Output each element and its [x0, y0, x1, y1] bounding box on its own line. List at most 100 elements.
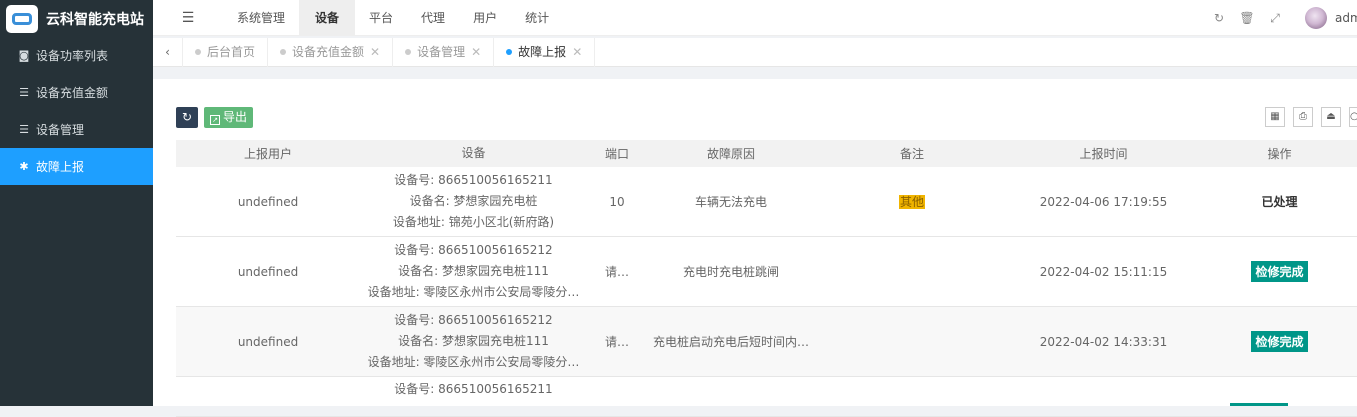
sidebar-item-fault-report[interactable]: ✱ 故障上报	[0, 148, 153, 185]
col-header-port[interactable]: 端口	[587, 145, 647, 162]
cell-time: 2022-04-02 15:11:15	[1009, 265, 1198, 279]
user-name[interactable]: admin	[1335, 11, 1357, 25]
device-name: 设备名: 梦想家园充电桩111	[360, 261, 587, 282]
cell-device: 设备号: 866510056165211 设备名: 梦想家园充电桩 设备地址: …	[360, 170, 587, 233]
device-name: 设备名: 梦想家园充电桩	[360, 191, 587, 212]
device-number: 设备号: 866510056165211	[360, 379, 587, 400]
device-number: 设备号: 866510056165211	[360, 170, 587, 191]
top-nav: 系统管理 设备 平台 代理 用户 统计	[223, 0, 563, 36]
page-tabs-bar: ‹ 后台首页 设备充值金额✕ 设备管理 ✕ 故障上报 ✕	[153, 38, 1357, 67]
cell-user: undefined	[176, 335, 360, 349]
cell-user: undefined	[176, 195, 360, 209]
cell-user: undefined	[176, 265, 360, 279]
cell-port: 请…	[587, 333, 647, 350]
close-icon[interactable]: ✕	[471, 45, 481, 59]
tab-label: 设备管理	[417, 45, 465, 59]
sidebar-item-label: 设备管理	[36, 121, 84, 138]
refresh-icon[interactable]: ↻	[1205, 11, 1233, 25]
tab-device-recharge-amount[interactable]: 设备充值金额✕	[268, 38, 393, 67]
top-nav-item-user[interactable]: 用户	[459, 0, 511, 36]
cell-time: 2022-04-06 17:19:55	[1009, 195, 1198, 209]
list-icon: ☰	[18, 123, 30, 136]
trash-icon[interactable]: 🗑	[1233, 11, 1261, 25]
tab-scroll-left-icon[interactable]: ‹	[153, 38, 183, 67]
top-nav-item-agent[interactable]: 代理	[407, 0, 459, 36]
col-header-user[interactable]: 上报用户	[176, 145, 360, 162]
cell-device: 设备号: 866510056165212 设备名: 梦想家园充电桩111 设备地…	[360, 240, 587, 303]
columns-filter-icon[interactable]: ▦	[1265, 107, 1285, 127]
status-text: 已处理	[1261, 195, 1297, 209]
print-icon[interactable]: ⎙	[1293, 107, 1313, 127]
table-tools: ▦ ⎙ ⏏ ○	[1257, 107, 1357, 127]
refresh-icon: ↻	[182, 110, 192, 124]
cell-action: 检修完成	[1198, 261, 1357, 282]
table-row[interactable]: undefined 设备号: 866510056165212 设备名: 梦想家园…	[176, 237, 1357, 307]
device-address: 设备地址: 零陵区永州市公安局零陵分…	[360, 282, 587, 303]
export-icon: ↗	[210, 115, 220, 125]
top-header: ☰ 系统管理 设备 平台 代理 用户 统计 ↻ 🗑 ⤢ admin	[153, 0, 1357, 36]
col-header-action[interactable]: 操作	[1198, 145, 1357, 162]
menu-toggle-icon[interactable]: ☰	[153, 10, 223, 26]
table-row[interactable]: undefined 设备号: 866510056165211 设备名: 梦想家园…	[176, 167, 1357, 237]
sidebar: 云科智能充电站 ◙ 设备功率列表 ☰ 设备充值金额 ☰ 设备管理 ✱ 故障上报	[0, 0, 153, 406]
tab-device-management[interactable]: 设备管理 ✕	[393, 38, 494, 67]
bug-icon: ✱	[18, 160, 30, 173]
fault-report-table: 上报用户 设备 端口 故障原因 备注 上报时间 操作 undefined 设备号…	[176, 140, 1357, 417]
export-label: 导出	[223, 110, 247, 124]
tab-dot-icon	[405, 49, 411, 55]
close-icon[interactable]: ✕	[572, 45, 582, 59]
table-toolbar: ↻ ↗导出	[176, 107, 253, 128]
search-icon[interactable]: ○	[1349, 107, 1357, 127]
cell-time: 2022-04-02 14:33:31	[1009, 335, 1198, 349]
export-button[interactable]: ↗导出	[204, 107, 253, 128]
tab-label: 故障上报	[518, 45, 566, 59]
refresh-button[interactable]: ↻	[176, 107, 198, 128]
fullscreen-icon[interactable]: ⤢	[1261, 11, 1289, 26]
table-header: 上报用户 设备 端口 故障原因 备注 上报时间 操作	[176, 140, 1357, 167]
sidebar-item-device-management[interactable]: ☰ 设备管理	[0, 111, 153, 148]
top-nav-item-platform[interactable]: 平台	[355, 0, 407, 36]
cell-note: 其他	[815, 193, 1009, 210]
tab-dot-icon	[195, 49, 201, 55]
top-nav-item-device[interactable]: 设备	[299, 0, 355, 36]
tab-label: 后台首页	[207, 45, 255, 59]
status-badge[interactable]: 检修完成	[1251, 261, 1307, 282]
car-icon	[6, 5, 38, 33]
top-nav-item-system[interactable]: 系统管理	[223, 0, 299, 36]
device-number: 设备号: 866510056165212	[360, 310, 587, 331]
top-nav-item-stats[interactable]: 统计	[511, 0, 563, 36]
top-right-tools: ↻ 🗑 ⤢ admin	[1205, 0, 1357, 36]
main-content: ↻ ↗导出 ▦ ⎙ ⏏ ○ 上报用户 设备 端口 故障原因 备注 上报时间 操作…	[153, 79, 1357, 406]
sidebar-item-label: 故障上报	[36, 158, 84, 175]
device-address: 设备地址: 锦苑小区北(新府路)	[360, 212, 587, 233]
col-header-device[interactable]: 设备	[360, 143, 587, 164]
tab-dot-icon	[280, 49, 286, 55]
sidebar-item-label: 设备功率列表	[36, 47, 108, 64]
table-row[interactable]: 设备号: 866510056165211	[176, 377, 1357, 417]
device-address: 设备地址: 零陵区永州市公安局零陵分…	[360, 352, 587, 373]
note-highlight: 其他	[899, 195, 925, 209]
cell-action: 检修完成	[1198, 331, 1357, 352]
cell-port: 请…	[587, 263, 647, 280]
status-badge[interactable]: 检修完成	[1251, 331, 1307, 352]
tab-fault-report[interactable]: 故障上报 ✕	[494, 38, 595, 67]
col-header-time[interactable]: 上报时间	[1009, 145, 1198, 162]
app-title: 云科智能充电站	[46, 9, 144, 29]
tab-home[interactable]: 后台首页	[183, 38, 268, 67]
device-name: 设备名: 梦想家园充电桩111	[360, 331, 587, 352]
app-logo[interactable]: 云科智能充电站	[0, 0, 153, 37]
export-file-icon[interactable]: ⏏	[1321, 107, 1341, 127]
device-number: 设备号: 866510056165212	[360, 240, 587, 261]
table-row[interactable]: undefined 设备号: 866510056165212 设备名: 梦想家园…	[176, 307, 1357, 377]
eye-icon: ◙	[18, 49, 30, 62]
sidebar-item-label: 设备充值金额	[36, 84, 108, 101]
sidebar-item-device-recharge-amount[interactable]: ☰ 设备充值金额	[0, 74, 153, 111]
tab-dot-icon	[506, 49, 512, 55]
cell-action: 已处理	[1198, 193, 1357, 210]
close-icon[interactable]: ✕	[370, 45, 380, 59]
col-header-reason[interactable]: 故障原因	[647, 145, 815, 162]
col-header-note[interactable]: 备注	[815, 145, 1009, 162]
cell-reason: 车辆无法充电	[647, 193, 815, 210]
avatar[interactable]	[1305, 7, 1327, 29]
sidebar-item-device-power-list[interactable]: ◙ 设备功率列表	[0, 37, 153, 74]
